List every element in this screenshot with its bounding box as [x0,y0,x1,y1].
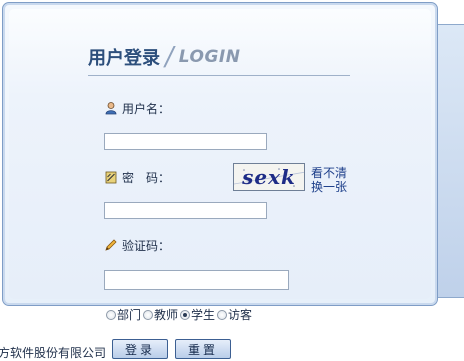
company-name: 方软件股份有限公司 [0,346,107,360]
login-button[interactable]: 登录 [112,339,168,359]
role-option-department[interactable]: 部门 [106,306,141,323]
password-input[interactable] [104,202,267,219]
title-divider [88,75,350,76]
radio-department[interactable] [106,309,116,320]
captcha-refresh-link[interactable]: 看不清 换一张 [311,166,347,194]
verify-code-input[interactable] [104,270,289,290]
title-separator: / [162,42,177,72]
role-label-student: 学生 [191,308,216,322]
login-title: 用户登录 / LOGIN [88,42,240,72]
title-english: LOGIN [178,47,241,67]
lock-icon [104,170,118,184]
verify-label-row: 验证码： [104,236,170,254]
captcha-image[interactable]: sexk [233,163,305,191]
refresh-line-1: 看不清 [311,166,348,180]
radio-student[interactable] [180,309,191,320]
captcha-text: sexk [242,165,296,189]
pencil-icon [104,238,118,252]
role-option-teacher[interactable]: 教师 [143,306,178,323]
username-input[interactable] [104,133,267,150]
verify-label: 验证码： [122,238,171,253]
username-label: 用户名： [122,101,171,116]
password-label: 密 码： [122,170,171,185]
user-icon [104,101,118,115]
refresh-line-2: 换一张 [311,180,348,194]
role-option-student[interactable]: 学生 [180,306,215,323]
username-label-row: 用户名： [104,99,170,117]
radio-visitor[interactable] [217,309,228,320]
password-label-row: 密 码： [104,168,170,186]
role-radio-group: 部门 教师 学生 访客 [106,306,252,323]
role-label-department: 部门 [117,308,142,322]
role-label-teacher: 教师 [154,308,179,322]
radio-teacher[interactable] [143,309,154,320]
role-label-visitor: 访客 [228,308,253,322]
reset-button[interactable]: 重置 [175,339,231,359]
title-chinese: 用户登录 [88,48,160,69]
role-option-visitor[interactable]: 访客 [217,306,252,323]
